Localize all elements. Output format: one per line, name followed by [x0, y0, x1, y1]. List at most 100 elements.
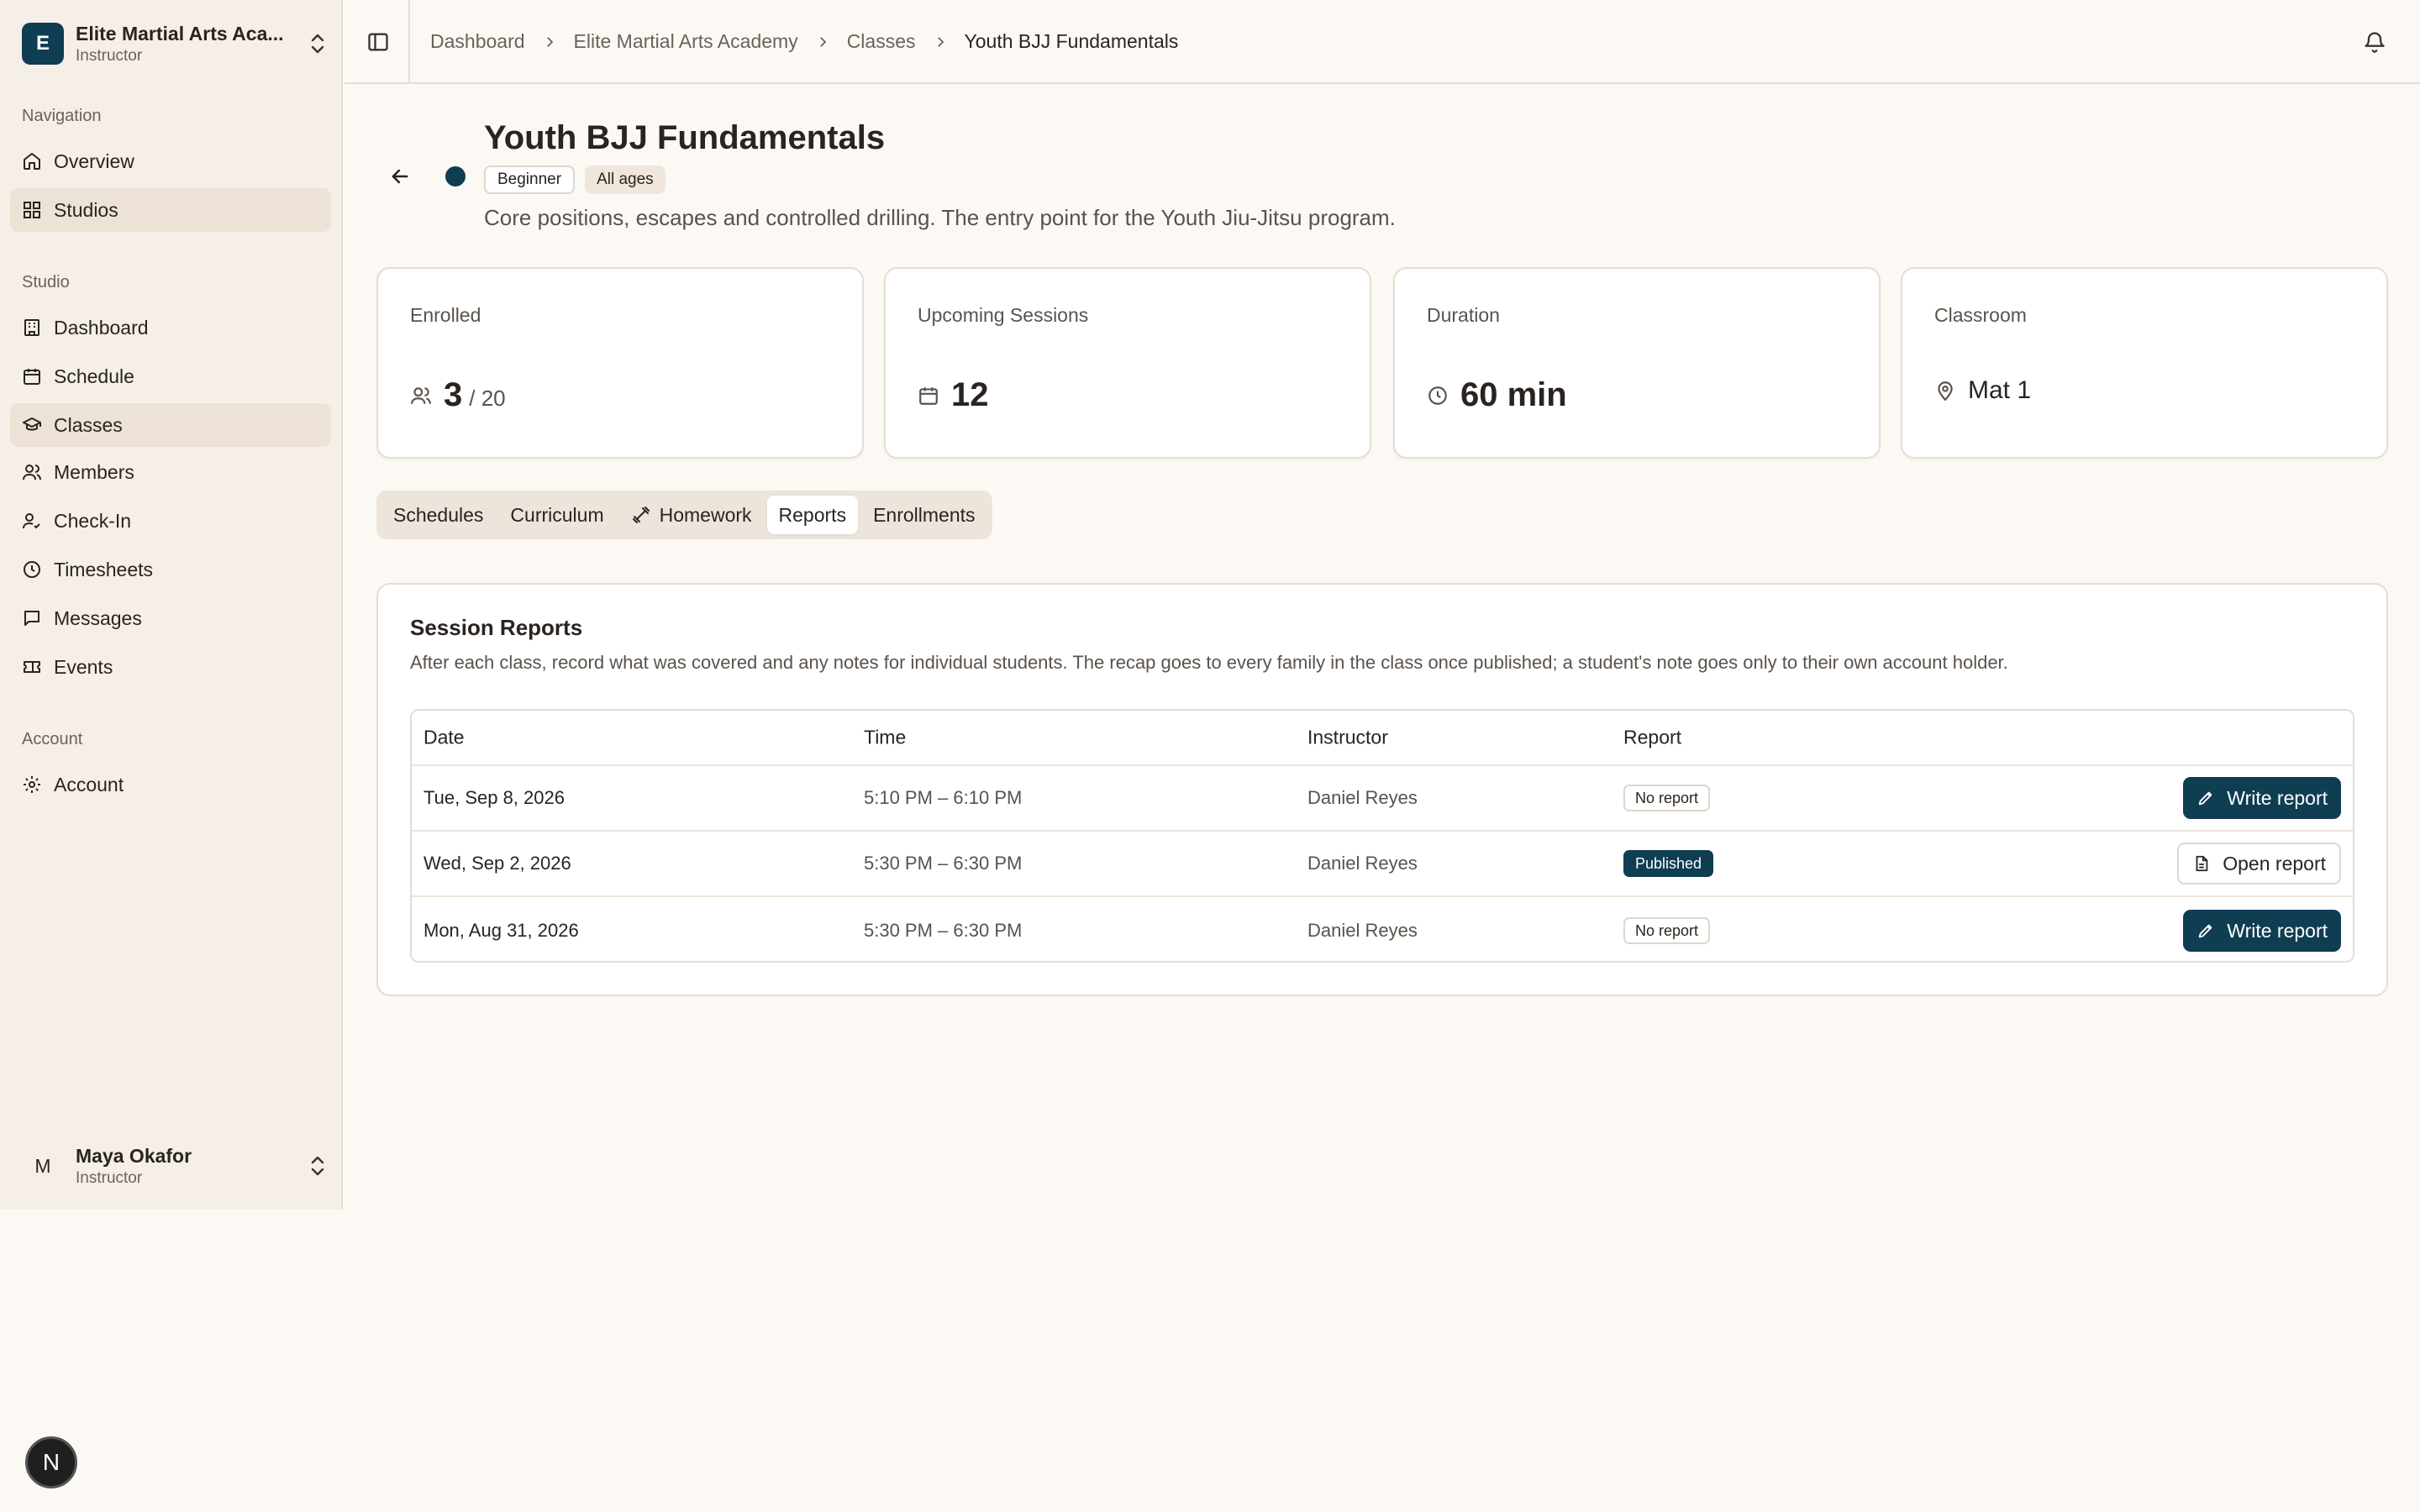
- section-description: After each class, record what was covere…: [410, 652, 2008, 673]
- user-menu[interactable]: M Maya Okafor Instructor: [22, 1144, 328, 1188]
- org-name: Elite Martial Arts Aca...: [76, 22, 284, 45]
- stat-value: Mat 1: [1968, 376, 2032, 404]
- write-report-button[interactable]: Write report: [2183, 910, 2341, 952]
- reports-table: Date Time Instructor Report Tue, Sep 8, …: [410, 709, 2354, 963]
- chevrons-up-down-icon: [311, 1156, 324, 1176]
- arrow-left-icon[interactable]: [388, 165, 412, 188]
- dev-tools-badge[interactable]: N: [25, 1436, 77, 1488]
- sidebar-item-label: Timesheets: [54, 558, 154, 580]
- stat-value: 60 min: [1460, 376, 1567, 413]
- sidebar-item-dashboard[interactable]: Dashboard: [10, 306, 331, 349]
- stat-card-enrolled: Enrolled 3 / 20: [376, 267, 864, 459]
- sidebar-item-label: Studios: [54, 198, 118, 221]
- pencil-icon: [2199, 791, 2212, 806]
- map-pin-icon: [1938, 381, 1953, 402]
- sidebar-item-events[interactable]: Events: [10, 645, 331, 689]
- sidebar-item-schedule[interactable]: Schedule: [10, 354, 331, 398]
- nav-section-account: Account: [22, 730, 83, 748]
- class-tabs: Schedules Curriculum Homework Reports En…: [376, 491, 992, 539]
- row-date: Mon, Aug 31, 2026: [424, 920, 579, 941]
- write-report-button[interactable]: Write report: [2183, 777, 2341, 819]
- button-label: Write report: [2227, 919, 2328, 942]
- home-icon: [24, 153, 40, 170]
- sidebar-item-messages[interactable]: Messages: [10, 596, 331, 640]
- tab-enrollments[interactable]: Enrollments: [861, 496, 986, 534]
- users-icon: [23, 465, 41, 480]
- button-label: Write report: [2227, 786, 2328, 809]
- grid-icon: [24, 202, 40, 218]
- building-icon: [24, 319, 39, 336]
- message-icon: [24, 611, 39, 626]
- chevrons-up-down-icon: [311, 34, 324, 54]
- document-icon: [2196, 855, 2208, 872]
- table-row: Tue, Sep 8, 2026 5:10 PM – 6:10 PM Danie…: [412, 766, 2353, 832]
- page-title: Youth BJJ Fundamentals: [484, 119, 886, 156]
- sidebar-item-studios[interactable]: Studios: [10, 188, 331, 232]
- stat-value: 3: [444, 376, 463, 413]
- sidebar-item-label: Overview: [54, 150, 134, 172]
- level-badge: Beginner: [484, 165, 576, 194]
- chevron-right-icon: [546, 36, 553, 47]
- org-switcher[interactable]: E Elite Martial Arts Aca... Instructor: [22, 22, 328, 66]
- breadcrumb-studio[interactable]: Elite Martial Arts Academy: [574, 30, 798, 53]
- row-instructor: Daniel Reyes: [1307, 787, 1418, 808]
- breadcrumb: Dashboard Elite Martial Arts Academy Cla…: [430, 30, 1178, 53]
- sidebar-item-label: Events: [54, 655, 113, 678]
- column-header-instructor: Instructor: [1307, 726, 1388, 748]
- sidebar-toggle-icon[interactable]: [366, 30, 390, 54]
- row-date: Tue, Sep 8, 2026: [424, 787, 565, 808]
- sidebar-item-label: Members: [54, 460, 134, 483]
- stat-card-upcoming: Upcoming Sessions 12: [884, 267, 1371, 459]
- stat-card-classroom: Classroom Mat 1: [1901, 267, 2388, 459]
- pencil-icon: [2199, 924, 2212, 938]
- table-row: Mon, Aug 31, 2026 5:30 PM – 6:30 PM Dani…: [412, 897, 2353, 961]
- calendar-icon: [24, 369, 40, 385]
- gear-icon: [24, 776, 40, 793]
- stat-value: 12: [951, 376, 989, 413]
- sidebar-item-label: Schedule: [54, 365, 134, 387]
- breadcrumb-current: Youth BJJ Fundamentals: [964, 30, 1179, 52]
- bell-icon[interactable]: [2363, 30, 2386, 54]
- row-date: Wed, Sep 2, 2026: [424, 853, 571, 874]
- button-label: Open report: [2223, 852, 2326, 874]
- tab-reports[interactable]: Reports: [766, 496, 859, 534]
- status-badge: Published: [1623, 850, 1714, 877]
- sidebar-item-members[interactable]: Members: [10, 450, 331, 494]
- sidebar-item-classes[interactable]: Classes: [10, 403, 331, 447]
- status-badge: No report: [1623, 785, 1711, 811]
- tab-schedules[interactable]: Schedules: [381, 496, 495, 534]
- tab-curriculum[interactable]: Curriculum: [498, 496, 615, 534]
- row-time: 5:30 PM – 6:30 PM: [864, 853, 1023, 874]
- sidebar-item-account[interactable]: Account: [10, 763, 331, 806]
- sidebar-item-check-in[interactable]: Check-In: [10, 499, 331, 543]
- session-reports-card: Session Reports After each class, record…: [376, 583, 2388, 996]
- breadcrumb-classes[interactable]: Classes: [847, 30, 916, 53]
- row-instructor: Daniel Reyes: [1307, 920, 1418, 941]
- column-header-report: Report: [1623, 726, 1682, 748]
- class-description: Core positions, escapes and controlled d…: [484, 205, 1396, 230]
- row-instructor: Daniel Reyes: [1307, 853, 1418, 874]
- age-badge: All ages: [585, 165, 666, 194]
- org-role: Instructor: [76, 46, 143, 65]
- user-name: Maya Okafor: [76, 1144, 192, 1167]
- stat-label: Enrolled: [410, 304, 481, 326]
- topbar-divider: [408, 0, 410, 84]
- breadcrumb-dashboard[interactable]: Dashboard: [430, 30, 525, 53]
- ticket-icon: [24, 661, 40, 673]
- sidebar-item-label: Account: [54, 773, 124, 795]
- open-report-button[interactable]: Open report: [2177, 843, 2341, 885]
- row-time: 5:10 PM – 6:10 PM: [864, 787, 1023, 808]
- row-time: 5:30 PM – 6:30 PM: [864, 920, 1023, 941]
- sidebar-item-overview[interactable]: Overview: [10, 139, 331, 183]
- class-badges: Beginner All ages: [484, 165, 666, 194]
- org-logo: E: [22, 23, 64, 65]
- tab-homework[interactable]: Homework: [619, 496, 764, 534]
- nav-section-studio: Studio: [22, 273, 70, 291]
- clock-icon: [1428, 386, 1447, 405]
- avatar: M: [34, 1154, 51, 1177]
- chevron-right-icon: [819, 36, 826, 47]
- user-check-icon: [23, 513, 40, 529]
- dumbbell-icon: [632, 507, 650, 523]
- sidebar-item-timesheets[interactable]: Timesheets: [10, 548, 331, 591]
- tab-label: Homework: [659, 503, 752, 526]
